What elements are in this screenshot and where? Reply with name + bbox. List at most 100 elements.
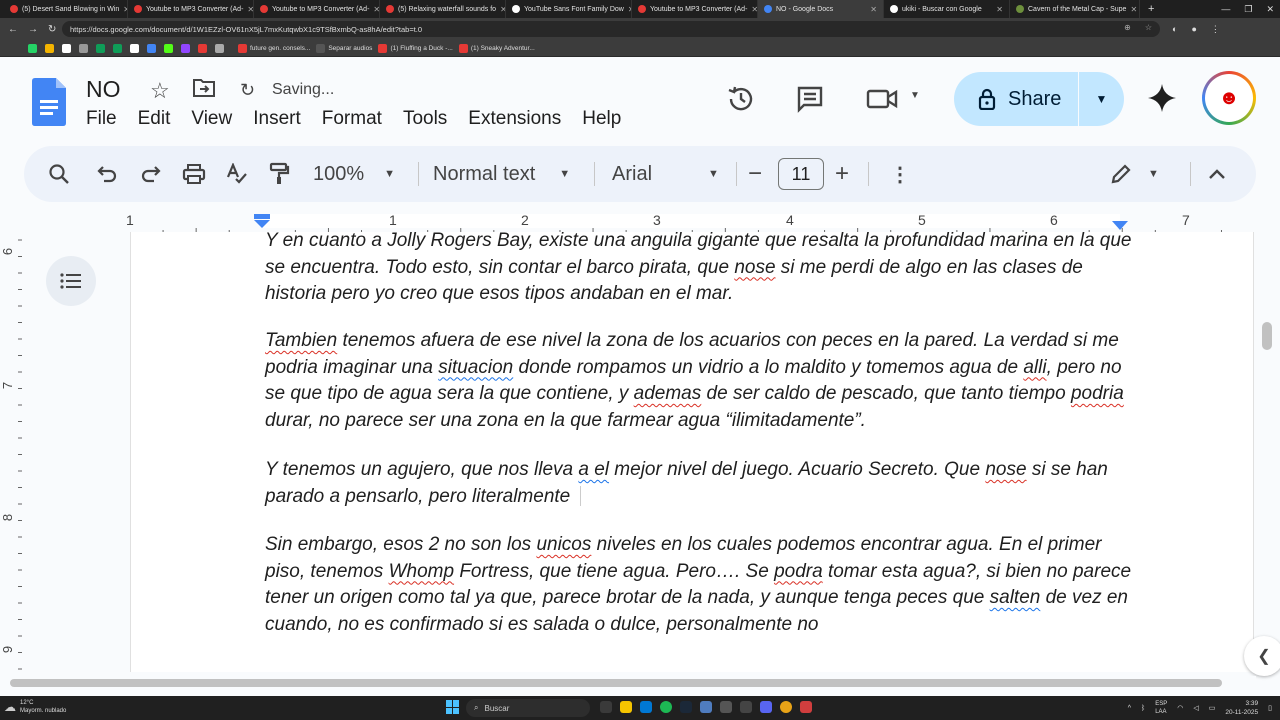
bluetooth-icon[interactable]: ᛒ: [1141, 705, 1145, 712]
app-icon[interactable]: [720, 701, 732, 713]
battery-icon[interactable]: ▭: [1209, 704, 1216, 712]
tab-close-icon[interactable]: ✕: [751, 5, 757, 14]
reload-icon[interactable]: ↻: [48, 24, 56, 35]
discord-icon[interactable]: [760, 701, 772, 713]
app-icon[interactable]: [700, 701, 712, 713]
spellcheck-flagged-word[interactable]: unicos: [536, 534, 591, 555]
meet-dropdown-icon[interactable]: ▼: [910, 90, 920, 101]
tab-close-icon[interactable]: ✕: [373, 5, 379, 14]
taskbar-search[interactable]: ⌕ Buscar: [466, 699, 590, 717]
menu-item-format[interactable]: Format: [322, 108, 382, 130]
weather-widget[interactable]: ☁ 12°C Mayorm. nublado: [4, 699, 66, 715]
gemini-icon[interactable]: [1146, 82, 1178, 114]
side-panel-toggle-button[interactable]: ❮: [1244, 636, 1280, 676]
bookmark-star-icon[interactable]: ☆: [1145, 23, 1152, 32]
decrease-font-size-icon[interactable]: −: [748, 146, 762, 202]
bookmark-star-icon[interactable]: [45, 43, 54, 53]
tab-close-icon[interactable]: ✕: [247, 5, 253, 14]
more-options-icon[interactable]: ⋮: [890, 146, 910, 202]
minimize-icon[interactable]: —: [1221, 4, 1230, 14]
bookmark-item[interactable]: Separar audios: [316, 43, 372, 53]
docs-logo-icon[interactable]: [32, 78, 66, 126]
spellcheck-flagged-word[interactable]: ademas: [634, 383, 702, 404]
browser-tab[interactable]: Cavern of the Metal Cap - Supe ✕: [1010, 0, 1140, 18]
menu-item-view[interactable]: View: [191, 108, 232, 130]
spellcheck-flagged-word[interactable]: podra: [774, 561, 823, 582]
new-tab-icon[interactable]: +: [1140, 3, 1162, 15]
font-select[interactable]: Arial ▼: [612, 146, 719, 202]
github-icon[interactable]: [130, 43, 139, 53]
file-explorer-icon[interactable]: [620, 701, 632, 713]
notion-icon[interactable]: [62, 43, 71, 53]
settings-icon[interactable]: [79, 43, 88, 53]
kick-icon[interactable]: [164, 43, 173, 53]
spellcheck-flagged-word[interactable]: nose: [734, 257, 775, 278]
spellcheck-flagged-word[interactable]: Whomp: [389, 561, 454, 582]
spotify-icon[interactable]: [660, 701, 672, 713]
maximize-icon[interactable]: ❐: [1244, 4, 1252, 15]
print-icon[interactable]: [182, 146, 206, 202]
tab-close-icon[interactable]: ✕: [996, 5, 1003, 14]
profile-icon[interactable]: ●: [1191, 24, 1196, 35]
comments-icon[interactable]: [796, 85, 824, 113]
browser-tab[interactable]: NO - Google Docs ✕: [758, 0, 884, 18]
spellcheck-flagged-word[interactable]: a el: [578, 459, 609, 480]
menu-item-tools[interactable]: Tools: [403, 108, 447, 130]
browser-menu-icon[interactable]: ⋮: [1211, 24, 1220, 35]
spellcheck-flagged-word[interactable]: alli: [1023, 357, 1046, 378]
share-main[interactable]: Share: [954, 72, 1078, 126]
spellcheck-icon[interactable]: [226, 146, 248, 202]
browser-tab[interactable]: Youtube to MP3 Converter (Ad- ✕: [254, 0, 380, 18]
wifi-icon[interactable]: ◠: [1177, 704, 1183, 712]
spellcheck-flagged-word[interactable]: podria: [1071, 383, 1124, 404]
browser-tab[interactable]: (5) Desert Sand Blowing in Win✕: [4, 0, 128, 18]
document-paragraph[interactable]: Y tenemos un agujero, que nos lleva a el…: [265, 457, 1135, 510]
version-history-icon[interactable]: [726, 84, 756, 114]
redo-icon[interactable]: [140, 146, 162, 202]
meet-icon[interactable]: [866, 87, 900, 111]
menu-item-file[interactable]: File: [86, 108, 117, 130]
browser-tab[interactable]: ukiki - Buscar con Google ✕: [884, 0, 1010, 18]
right-indent-marker-icon[interactable]: [1110, 220, 1130, 232]
editing-mode-select[interactable]: ▼: [1110, 146, 1159, 202]
collapse-menus-icon[interactable]: [1208, 146, 1226, 202]
translate-icon[interactable]: [147, 43, 156, 53]
paint-format-icon[interactable]: [268, 146, 290, 202]
chrome-icon[interactable]: [198, 43, 207, 53]
extensions-icon[interactable]: ◐: [1172, 24, 1177, 35]
chrome-icon[interactable]: [780, 701, 792, 713]
spellcheck-flagged-word[interactable]: situacion: [438, 357, 513, 378]
sync-status-icon[interactable]: ↻: [240, 80, 255, 101]
font-size-input[interactable]: 11: [778, 158, 824, 190]
spellcheck-flagged-word[interactable]: Tambien: [265, 330, 337, 351]
bookmark-item[interactable]: (1) Sneaky Adventur...: [458, 43, 535, 53]
document-paragraph[interactable]: Tambien tenemos afuera de ese nivel la z…: [265, 328, 1135, 434]
whatsapp-icon[interactable]: [28, 43, 37, 53]
forward-icon[interactable]: →: [28, 24, 38, 35]
zoom-icon[interactable]: ⊕: [1124, 23, 1131, 32]
browser-tab[interactable]: Youtube to MP3 Converter (Ad- ✕: [128, 0, 254, 18]
menu-item-help[interactable]: Help: [582, 108, 621, 130]
app-icon[interactable]: [740, 701, 752, 713]
tab-close-icon[interactable]: ✕: [1130, 5, 1137, 14]
language-indicator[interactable]: ESP LAA: [1155, 700, 1167, 716]
url-bar[interactable]: https://docs.google.com/document/d/1W1EZ…: [62, 21, 1160, 37]
browser-tab[interactable]: Youtube to MP3 Converter (Ad- ✕: [632, 0, 758, 18]
menu-item-extensions[interactable]: Extensions: [468, 108, 561, 130]
avatar[interactable]: ☻: [1202, 71, 1256, 125]
style-select[interactable]: Normal text ▼: [433, 146, 570, 202]
browser-tab[interactable]: YouTube Sans Font Family Dow✕: [506, 0, 632, 18]
chevron-up-icon[interactable]: ^: [1128, 705, 1131, 712]
app-icon[interactable]: [800, 701, 812, 713]
vertical-scrollbar[interactable]: [1258, 232, 1278, 672]
spellcheck-flagged-word[interactable]: salten: [990, 587, 1041, 608]
horizontal-scroll-thumb[interactable]: [10, 679, 1222, 687]
document-paragraph[interactable]: Sin embargo, esos 2 no son los unicos ni…: [265, 532, 1135, 638]
spellcheck-flagged-word[interactable]: nose: [985, 459, 1026, 480]
zoom-select[interactable]: 100% ▼: [313, 146, 395, 202]
close-window-icon[interactable]: ✕: [1266, 4, 1274, 15]
search-icon[interactable]: [48, 146, 70, 202]
games-icon[interactable]: [215, 43, 224, 53]
bookmark-item[interactable]: (1) Fluffing a Duck -...: [378, 43, 453, 53]
menu-item-edit[interactable]: Edit: [138, 108, 171, 130]
